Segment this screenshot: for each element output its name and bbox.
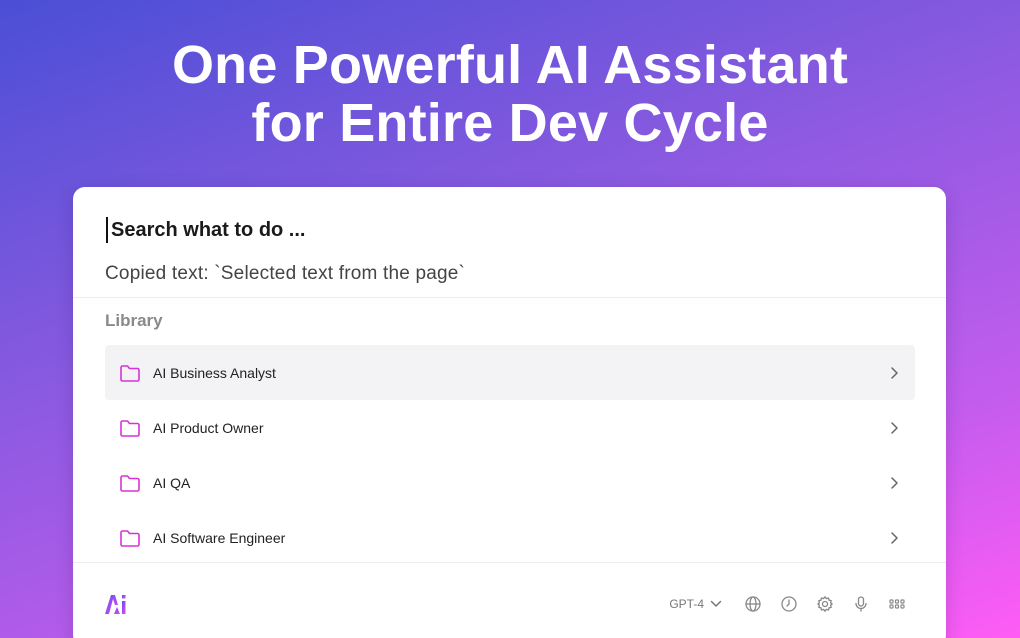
model-select-value: GPT-4: [669, 597, 704, 611]
search-input[interactable]: [111, 218, 611, 242]
chevron-right-icon: [889, 366, 899, 380]
library-item-label: AI Software Engineer: [153, 529, 286, 546]
library-item-ai-qa[interactable]: AI QA: [105, 455, 915, 510]
globe-icon[interactable]: [744, 595, 762, 613]
ai-logo-icon: [104, 593, 128, 615]
library-item-ai-product-owner[interactable]: AI Product Owner: [105, 400, 915, 455]
folder-icon: [119, 364, 141, 382]
copied-text: Copied text: `Selected text from the pag…: [105, 263, 466, 284]
folder-icon: [119, 419, 141, 437]
divider: [73, 297, 946, 298]
folder-icon: [119, 529, 141, 547]
library-item-ai-business-analyst[interactable]: AI Business Analyst: [105, 345, 915, 400]
library-item-label: AI Product Owner: [153, 419, 264, 436]
library-item-ai-software-engineer[interactable]: AI Software Engineer: [105, 510, 915, 565]
model-select[interactable]: GPT-4: [669, 597, 722, 611]
library-item-label: AI Business Analyst: [153, 364, 276, 381]
library-list: AI Business Analyst AI Product Owner AI …: [105, 345, 915, 565]
hero-line-2: for Entire Dev Cycle: [251, 93, 769, 153]
bottom-toolbar: GPT-4: [669, 594, 906, 614]
apps-grid-icon[interactable]: [888, 595, 906, 613]
chevron-down-icon: [710, 600, 722, 607]
history-icon[interactable]: [780, 595, 798, 613]
library-item-label: AI QA: [153, 474, 191, 491]
chevron-right-icon: [889, 531, 899, 545]
hero-headline: One Powerful AI Assistant for Entire Dev…: [0, 36, 1020, 152]
settings-icon[interactable]: [816, 595, 834, 613]
hero-line-1: One Powerful AI Assistant: [171, 35, 849, 95]
library-label: Library: [105, 311, 163, 330]
text-caret: [106, 217, 108, 243]
folder-icon: [119, 474, 141, 492]
chevron-right-icon: [889, 476, 899, 490]
chevron-right-icon: [889, 421, 899, 435]
divider: [73, 562, 946, 563]
search-row: [106, 215, 611, 245]
microphone-icon[interactable]: [852, 595, 870, 613]
assistant-panel: Copied text: `Selected text from the pag…: [73, 187, 946, 638]
